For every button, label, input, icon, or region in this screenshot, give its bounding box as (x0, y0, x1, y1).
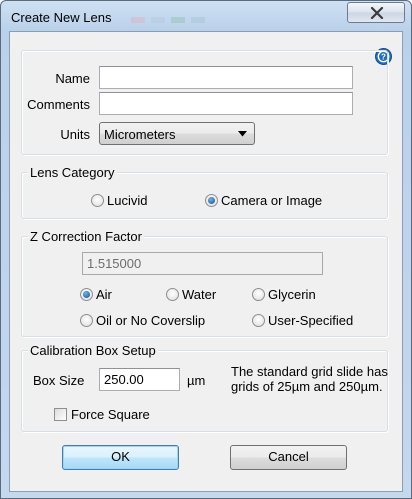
box-size-input[interactable] (99, 368, 180, 391)
ok-button[interactable]: OK (62, 445, 179, 470)
force-square-checkbox[interactable]: Force Square (54, 406, 150, 422)
name-label: Name (55, 71, 90, 86)
radio-user-specified[interactable]: User-Specified (252, 312, 353, 328)
radio-glycerin[interactable]: Glycerin (252, 286, 316, 302)
radio-water-label: Water (182, 286, 217, 302)
title-bar[interactable]: Create New Lens (1, 1, 411, 31)
radio-camera-label: Camera or Image (221, 192, 323, 208)
lens-category-title: Lens Category (28, 165, 117, 180)
radio-water[interactable]: Water (166, 286, 216, 302)
radio-water-circle (166, 287, 179, 301)
radio-lucivid[interactable]: Lucivid (91, 192, 147, 208)
radio-camera-or-image[interactable]: Camera or Image (205, 192, 322, 208)
radio-air-circle (80, 287, 93, 301)
name-input[interactable] (99, 66, 353, 89)
dialog-body: ? Name Comments Units Micrometers Lens C… (9, 31, 403, 492)
radio-lucivid-circle (91, 193, 104, 207)
force-square-box (54, 407, 67, 421)
lens-info-group: Name Comments Units Micrometers (21, 50, 388, 155)
title-decoration (131, 17, 205, 23)
calibration-title: Calibration Box Setup (28, 343, 158, 358)
comments-input[interactable] (99, 92, 353, 115)
radio-oil-or-no-coverslip[interactable]: Oil or No Coverslip (80, 312, 205, 328)
radio-oil-label: Oil or No Coverslip (96, 312, 206, 328)
z-correction-input (82, 252, 323, 275)
units-value: Micrometers (104, 127, 176, 142)
radio-air-label: Air (96, 286, 112, 302)
radio-camera-circle (205, 193, 218, 207)
close-icon (370, 7, 384, 19)
units-select[interactable]: Micrometers (99, 122, 255, 145)
close-button[interactable] (347, 2, 405, 23)
z-correction-group: Z Correction Factor Air Water Glycerin O… (21, 229, 388, 337)
box-size-unit: µm (187, 373, 206, 388)
force-square-label: Force Square (71, 406, 150, 422)
calibration-note: The standard grid slide has grids of 25µ… (231, 364, 388, 394)
comments-label: Comments (27, 97, 90, 112)
radio-glycerin-circle (252, 287, 265, 301)
radio-lucivid-label: Lucivid (107, 192, 148, 208)
radio-glycerin-label: Glycerin (268, 286, 316, 302)
box-size-label: Box Size (33, 373, 85, 388)
radio-user-specified-circle (252, 313, 265, 327)
z-correction-title: Z Correction Factor (28, 229, 144, 244)
lens-category-group: Lens Category Lucivid Camera or Image (21, 165, 388, 219)
calibration-group: Calibration Box Setup Box Size µm The st… (21, 343, 388, 432)
radio-user-specified-label: User-Specified (268, 312, 354, 328)
chevron-down-icon (238, 131, 247, 137)
cancel-button[interactable]: Cancel (230, 445, 347, 470)
radio-air[interactable]: Air (80, 286, 112, 302)
dialog-window: Create New Lens ? Name Comments Units Mi… (0, 0, 412, 499)
radio-oil-circle (80, 313, 93, 327)
window-title: Create New Lens (11, 10, 112, 25)
units-label: Units (60, 127, 90, 142)
